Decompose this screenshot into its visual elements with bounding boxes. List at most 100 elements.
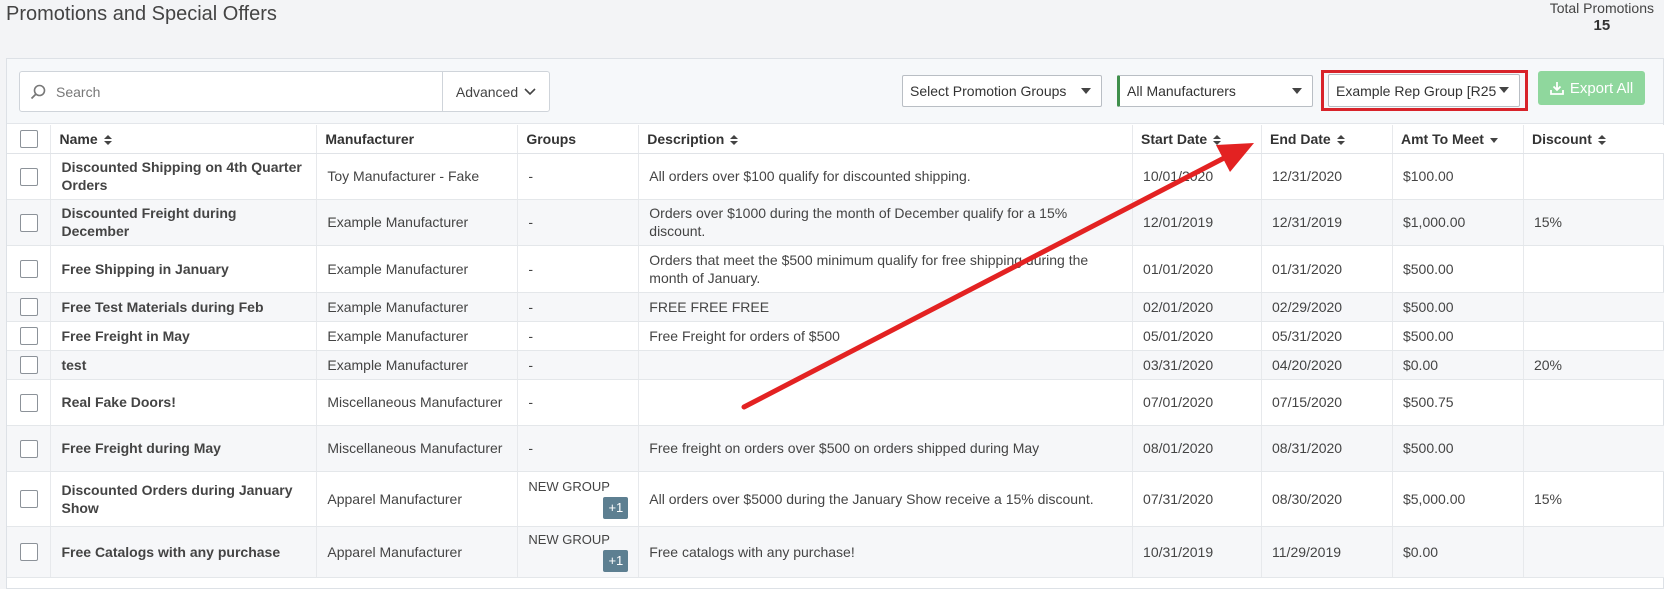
groups-value: NEW GROUP <box>528 531 610 547</box>
promotion-name[interactable]: test <box>50 350 318 380</box>
groups-cell: - <box>517 321 640 351</box>
table-row[interactable]: Discounted Shipping on 4th Quarter Order… <box>7 153 1664 200</box>
table-row[interactable]: Free Test Materials during Feb Example Ma… <box>7 292 1664 322</box>
export-all-button[interactable]: Export All <box>1538 71 1645 105</box>
promotion-name[interactable]: Free Test Materials during Feb <box>50 292 318 322</box>
row-checkbox[interactable] <box>19 298 38 317</box>
groups-cell: - <box>517 199 640 246</box>
manufacturers-select[interactable]: All Manufacturers <box>1117 75 1313 107</box>
row-checkbox[interactable] <box>19 327 38 346</box>
end-date-cell: 12/31/2019 <box>1261 199 1393 246</box>
row-checkbox[interactable] <box>19 439 38 458</box>
row-checkbox[interactable] <box>19 356 38 375</box>
download-icon <box>1549 82 1564 95</box>
column-header-description[interactable]: Description <box>638 125 1134 154</box>
select-all-checkbox[interactable] <box>19 129 38 148</box>
row-checkbox[interactable] <box>19 260 38 279</box>
column-header-discount[interactable]: Discount <box>1523 125 1664 154</box>
rep-group-select[interactable]: Example Rep Group [R25 <box>1328 74 1520 107</box>
groups-cell: - <box>517 425 640 472</box>
promotion-groups-select-value: Select Promotion Groups <box>910 83 1067 99</box>
promotion-name[interactable]: Free Catalogs with any purchase <box>50 526 318 578</box>
column-header-name[interactable]: Name <box>50 125 318 154</box>
caret-down-icon <box>1499 87 1509 93</box>
row-checkbox[interactable] <box>19 167 38 186</box>
advanced-label: Advanced <box>455 83 519 100</box>
search-group: Advanced <box>19 71 550 112</box>
table-row[interactable]: Discounted Orders during January Show App… <box>7 471 1664 527</box>
groups-cell: - <box>517 292 640 322</box>
row-select-cell <box>7 153 52 200</box>
end-date-cell: 04/20/2020 <box>1261 350 1393 380</box>
column-header-label: Name <box>59 130 98 147</box>
promotion-name[interactable]: Free Freight in May <box>50 321 318 351</box>
manufacturer-cell: Toy Manufacturer - Fake <box>316 153 519 200</box>
column-header-label: Discount <box>1531 130 1592 147</box>
table-row[interactable]: Discounted Freight during December Exampl… <box>7 199 1664 246</box>
promotion-name[interactable]: Real Fake Doors! <box>50 379 318 426</box>
discount-cell <box>1523 292 1664 322</box>
sort-icon <box>1336 134 1345 146</box>
promotion-name[interactable]: Free Shipping in January <box>50 245 318 293</box>
column-header-label: Manufacturer <box>325 130 415 147</box>
end-date-cell: 08/30/2020 <box>1261 471 1393 527</box>
page-title: Promotions and Special Offers <box>6 3 277 25</box>
row-checkbox[interactable] <box>19 490 38 509</box>
row-select-cell <box>7 199 52 246</box>
caret-down-icon <box>1292 88 1302 94</box>
manufacturer-cell: Miscellaneous Manufacturer <box>316 425 519 472</box>
amt-to-meet-cell: $5,000.00 <box>1392 471 1524 527</box>
manufacturer-cell: Example Manufacturer <box>316 350 519 380</box>
toolbar: Advanced Select Promotion Groups All Man… <box>7 59 1663 124</box>
sort-icon <box>730 134 739 146</box>
amt-to-meet-cell: $500.75 <box>1392 379 1524 426</box>
groups-value: - <box>528 327 533 344</box>
table-row[interactable]: Free Freight during May Miscellaneous Man… <box>7 425 1664 472</box>
groups-value: - <box>528 260 533 277</box>
end-date-cell: 02/29/2020 <box>1261 292 1393 322</box>
sort-icon <box>1597 134 1606 146</box>
promotions-table: Name Manufacturer Groups Description Sta… <box>7 125 1664 578</box>
groups-value: - <box>528 356 533 373</box>
promotion-name[interactable]: Discounted Freight during December <box>50 199 318 246</box>
groups-cell: NEW GROUP +1 <box>517 471 640 527</box>
manufacturer-cell: Example Manufacturer <box>316 199 519 246</box>
row-checkbox[interactable] <box>19 543 38 562</box>
more-groups-badge[interactable]: +1 <box>603 496 629 519</box>
groups-value: - <box>528 298 533 315</box>
manufacturer-cell: Apparel Manufacturer <box>316 526 519 578</box>
advanced-search-button[interactable]: Advanced <box>442 72 549 111</box>
promotion-groups-select[interactable]: Select Promotion Groups <box>902 75 1102 107</box>
start-date-cell: 10/31/2019 <box>1132 526 1263 578</box>
chevron-down-icon <box>524 87 536 95</box>
column-header-start-date[interactable]: Start Date <box>1132 125 1263 154</box>
row-select-cell <box>7 425 52 472</box>
start-date-cell: 05/01/2020 <box>1132 321 1263 351</box>
column-header-end-date[interactable]: End Date <box>1261 125 1393 154</box>
groups-cell: - <box>517 379 640 426</box>
table-row[interactable]: Free Shipping in January Example Manufact… <box>7 245 1664 293</box>
more-groups-badge[interactable]: +1 <box>603 549 629 572</box>
promotion-name[interactable]: Discounted Shipping on 4th Quarter Order… <box>50 153 318 200</box>
start-date-cell: 03/31/2020 <box>1132 350 1263 380</box>
table-row[interactable]: Free Freight in May Example Manufacturer -… <box>7 321 1664 351</box>
groups-cell: NEW GROUP +1 <box>517 526 640 578</box>
table-body: Discounted Shipping on 4th Quarter Order… <box>7 153 1664 578</box>
discount-cell <box>1523 153 1664 200</box>
search-field[interactable] <box>20 72 442 111</box>
end-date-cell: 11/29/2019 <box>1261 526 1393 578</box>
promotion-name[interactable]: Free Freight during May <box>50 425 318 472</box>
column-header-amt-to-meet[interactable]: Amt To Meet <box>1392 125 1524 154</box>
column-header-label: Amt To Meet <box>1400 130 1484 147</box>
table-row[interactable]: Free Catalogs with any purchase Apparel M… <box>7 526 1664 578</box>
table-row[interactable]: Real Fake Doors! Miscellaneous Manufactur… <box>7 379 1664 426</box>
promotion-name[interactable]: Discounted Orders during January Show <box>50 471 318 527</box>
row-checkbox[interactable] <box>19 213 38 232</box>
search-input[interactable] <box>54 82 354 101</box>
row-checkbox[interactable] <box>19 393 38 412</box>
row-select-cell <box>7 321 52 351</box>
start-date-cell: 10/01/2020 <box>1132 153 1263 200</box>
end-date-cell: 12/31/2020 <box>1261 153 1393 200</box>
discount-cell: 15% <box>1523 471 1664 527</box>
table-row[interactable]: test Example Manufacturer - 03/31/2020 04/20… <box>7 350 1664 380</box>
